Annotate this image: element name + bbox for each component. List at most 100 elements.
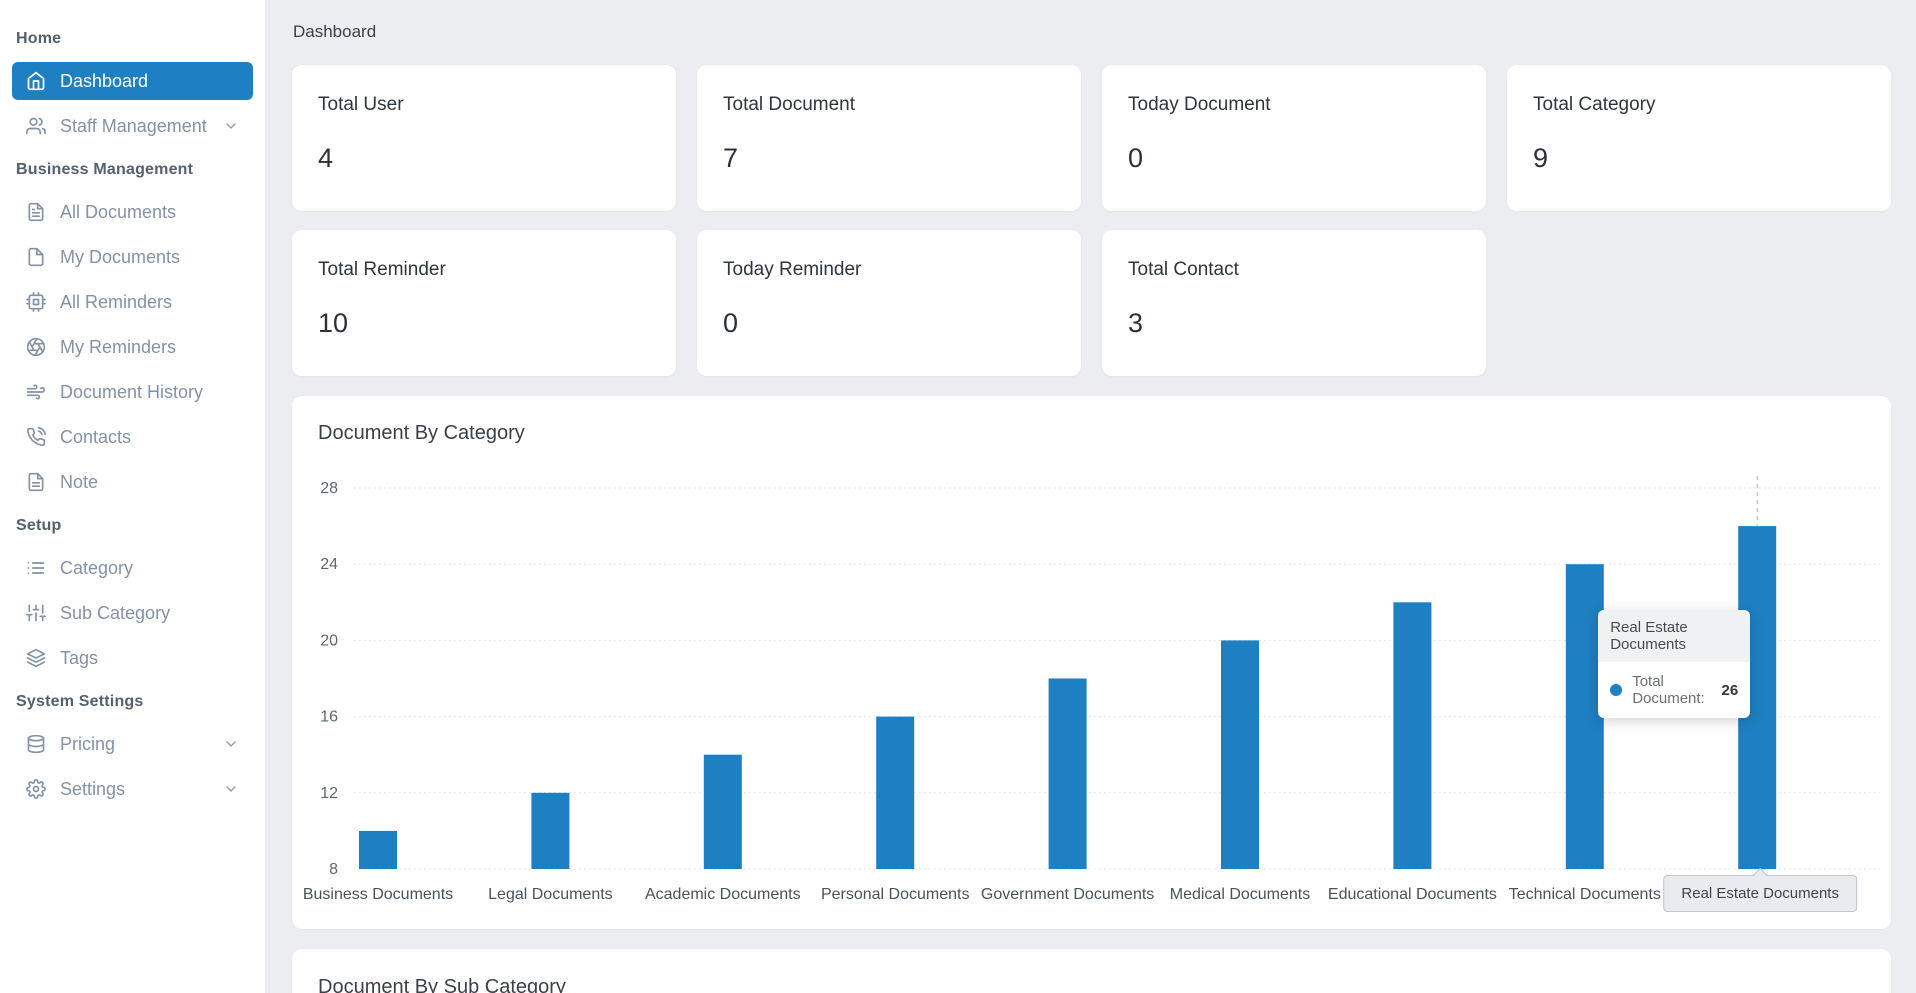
sidebar-section-items: Dashboard Staff Management [12,62,253,145]
chevron-down-icon [223,781,239,797]
axis-pointer-text: Real Estate Documents [1681,885,1839,902]
sidebar-item-label: Tags [60,648,98,669]
sidebar-item-label: Document History [60,382,203,403]
sidebar-item-tags[interactable]: Tags [12,639,253,677]
stat-card-value: 7 [723,143,1055,174]
sidebar-item-document-history[interactable]: Document History [12,373,253,411]
sidebar-section-items: Pricing Settings [12,725,253,808]
sidebar-section-items: All Documents My Documents All Reminders… [12,193,253,501]
chart-tooltip: Real Estate Documents Total Document: 26 [1598,610,1750,718]
chart-tooltip-value: 26 [1722,682,1739,699]
x-axis-label: Legal Documents [488,886,613,903]
gear-icon [26,779,46,799]
sidebar-item-all-reminders[interactable]: All Reminders [12,283,253,321]
sidebar-section-label-home: Home [16,30,249,48]
sidebar-section: Setup Category Sub Category Tags [12,517,253,677]
bar-educational-documents[interactable] [1393,602,1431,869]
sidebar-item-my-documents[interactable]: My Documents [12,238,253,276]
sidebar-item-label: Sub Category [60,603,170,624]
stat-card-today-reminder: Today Reminder 0 [697,230,1081,376]
sidebar-section: Home Dashboard Staff Management [12,30,253,145]
chevron-down-icon [223,736,239,752]
stat-card-total-document: Total Document 7 [697,65,1081,211]
y-axis-tick: 16 [320,709,338,726]
stat-card-total-user: Total User 4 [292,65,676,211]
phone-call-icon [26,427,46,447]
y-axis-tick: 24 [320,556,338,573]
y-axis-tick: 8 [329,861,338,878]
chevron-down-icon [223,118,239,134]
sidebar-item-note[interactable]: Note [12,463,253,501]
note-icon [26,472,46,492]
stat-card-value: 0 [1128,143,1460,174]
y-axis-tick: 28 [320,480,338,497]
file-icon [26,247,46,267]
sidebar-item-all-documents[interactable]: All Documents [12,193,253,231]
axis-pointer-label: Real Estate Documents [1663,875,1857,912]
x-axis-label: Academic Documents [645,886,801,903]
x-axis-label: Personal Documents [821,886,970,903]
stat-card-value: 3 [1128,308,1460,339]
x-axis-label: Technical Documents [1509,886,1661,903]
stat-card-label: Total Category [1533,94,1865,116]
stat-card-total-category: Total Category 9 [1507,65,1891,211]
main-content: Dashboard Total User 4 Total Document 7 … [265,0,1916,993]
stat-card-value: 4 [318,143,650,174]
sidebar-item-label: Pricing [60,734,115,755]
y-axis-tick: 12 [320,785,338,802]
sidebar-section: System Settings Pricing Settings [12,693,253,808]
stat-card-label: Today Reminder [723,259,1055,281]
home-icon [26,71,46,91]
y-axis-tick: 20 [320,632,338,649]
stat-card-total-contact: Total Contact 3 [1102,230,1486,376]
sidebar-item-label: Settings [60,779,125,800]
sidebar-section: Business Management All Documents My Doc… [12,161,253,501]
sidebar-item-settings[interactable]: Settings [12,770,253,808]
wind-icon [26,382,46,402]
bar-academic-documents[interactable] [704,755,742,869]
x-axis-label: Educational Documents [1328,886,1497,903]
subcategory-chart-card: Document By Sub Category [292,949,1891,993]
sidebar-item-staff-management[interactable]: Staff Management [12,107,253,145]
sidebar-item-category[interactable]: Category [12,549,253,587]
sidebar-item-sub-category[interactable]: Sub Category [12,594,253,632]
sidebar-item-dashboard[interactable]: Dashboard [12,62,253,100]
stat-card-label: Total Reminder [318,259,650,281]
layers-icon [26,648,46,668]
stat-card-today-document: Today Document 0 [1102,65,1486,211]
sidebar-item-my-reminders[interactable]: My Reminders [12,328,253,366]
stat-card-label: Total User [318,94,650,116]
sidebar-item-contacts[interactable]: Contacts [12,418,253,456]
sidebar-item-label: Note [60,472,98,493]
stats-grid: Total User 4 Total Document 7 Today Docu… [292,65,1891,376]
bar-medical-documents[interactable] [1221,640,1259,869]
cpu-icon [26,292,46,312]
chart-tooltip-title: Real Estate Documents [1598,610,1750,662]
sidebar-item-label: Contacts [60,427,131,448]
stat-card-total-reminder: Total Reminder 10 [292,230,676,376]
stat-card-value: 0 [723,308,1055,339]
bar-technical-documents[interactable] [1566,564,1604,869]
sliders-icon [26,603,46,623]
sidebar-item-label: Dashboard [60,71,148,92]
aperture-icon [26,337,46,357]
bar-legal-documents[interactable] [531,793,569,869]
category-chart-card: Document By Category 81216202428Business… [292,396,1891,929]
sidebar-item-label: All Reminders [60,292,172,313]
sidebar-section-label-system-settings: System Settings [16,693,249,711]
subcategory-chart-title: Document By Sub Category [318,976,1865,993]
users-icon [26,116,46,136]
sidebar-item-label: Staff Management [60,116,207,137]
page-title: Dashboard [293,22,1891,42]
bar-government-documents[interactable] [1049,679,1087,870]
sidebar-item-label: My Reminders [60,337,176,358]
sidebar-section-items: Category Sub Category Tags [12,549,253,677]
bar-personal-documents[interactable] [876,717,914,869]
stat-card-value: 10 [318,308,650,339]
bar-business-documents[interactable] [359,831,397,869]
stat-card-label: Total Document [723,94,1055,116]
x-axis-label: Business Documents [303,886,453,903]
sidebar-item-pricing[interactable]: Pricing [12,725,253,763]
stat-card-label: Today Document [1128,94,1460,116]
sidebar-item-label: Category [60,558,133,579]
